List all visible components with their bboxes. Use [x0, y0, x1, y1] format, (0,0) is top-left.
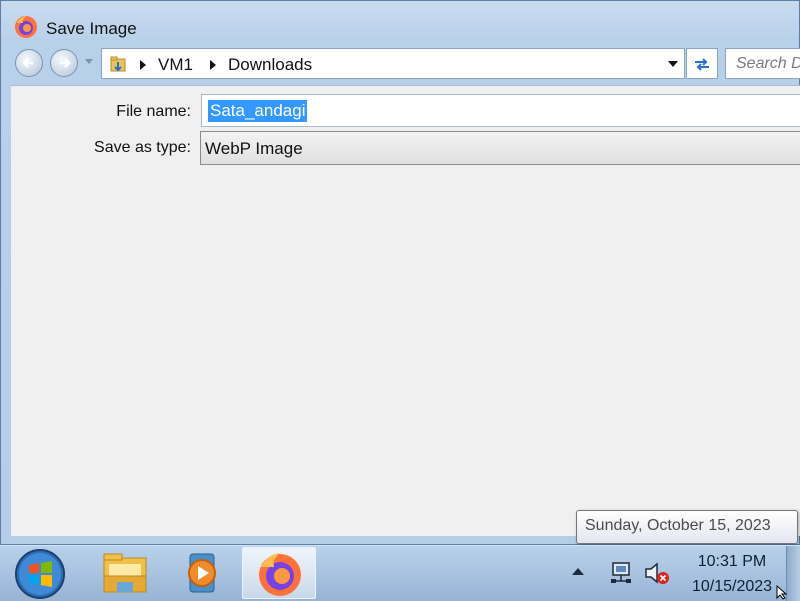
- save-as-type-label: Save as type:: [94, 139, 191, 156]
- save-as-type-select[interactable]: WebP Image: [200, 131, 800, 165]
- search-input[interactable]: Search D: [725, 48, 800, 79]
- network-icon[interactable]: [608, 560, 634, 586]
- recent-pages-dropdown[interactable]: [85, 59, 93, 64]
- navigation-row: VM1 Downloads Search D: [1, 45, 800, 83]
- taskbar: 10:31 PM 10/15/2023: [0, 545, 800, 601]
- media-player-icon: [188, 553, 216, 593]
- mouse-cursor-icon: [776, 585, 788, 600]
- clock-time[interactable]: 10:31 PM: [680, 553, 784, 571]
- forward-button[interactable]: [50, 49, 78, 77]
- address-bar[interactable]: VM1 Downloads: [101, 48, 685, 79]
- folder-icon: [110, 56, 126, 72]
- firefox-icon: [15, 16, 37, 38]
- file-name-input[interactable]: Sata_andagi: [201, 94, 800, 127]
- file-name-label: File name:: [116, 103, 191, 120]
- breadcrumb-downloads[interactable]: Downloads: [228, 55, 312, 75]
- volume-muted-icon[interactable]: [642, 560, 670, 586]
- dialog-title: Save Image: [46, 19, 137, 38]
- breadcrumb-vm1[interactable]: VM1: [158, 55, 193, 75]
- title-bar[interactable]: Save Image: [1, 1, 800, 45]
- firefox-icon: [259, 553, 301, 596]
- windows-explorer-icon: [103, 553, 147, 593]
- start-button[interactable]: [14, 548, 66, 600]
- back-arrow-icon: [22, 58, 33, 68]
- refresh-button[interactable]: [686, 48, 718, 79]
- save-as-type-value: WebP Image: [205, 139, 303, 158]
- show-desktop-button[interactable]: [786, 546, 800, 601]
- forward-arrow-icon: [60, 58, 71, 68]
- file-name-value[interactable]: Sata_andagi: [208, 100, 308, 122]
- back-button[interactable]: [15, 49, 43, 77]
- save-image-dialog: Save Image VM1 Downloads Search D File n…: [0, 0, 800, 545]
- taskbar-explorer[interactable]: [88, 547, 162, 599]
- refresh-icon: [695, 58, 709, 71]
- breadcrumb-separator-icon[interactable]: [210, 60, 216, 70]
- taskbar-media-player[interactable]: [165, 547, 239, 599]
- dialog-body: File name: Sata_andagi Save as type: Web…: [11, 85, 800, 536]
- date-tooltip: Sunday, October 15, 2023: [576, 510, 798, 544]
- chevron-down-icon[interactable]: [668, 61, 678, 67]
- breadcrumb-separator-icon[interactable]: [140, 60, 146, 70]
- show-hidden-icons-button[interactable]: [572, 568, 584, 575]
- taskbar-firefox[interactable]: [242, 547, 316, 599]
- clock-date[interactable]: 10/15/2023: [680, 578, 784, 596]
